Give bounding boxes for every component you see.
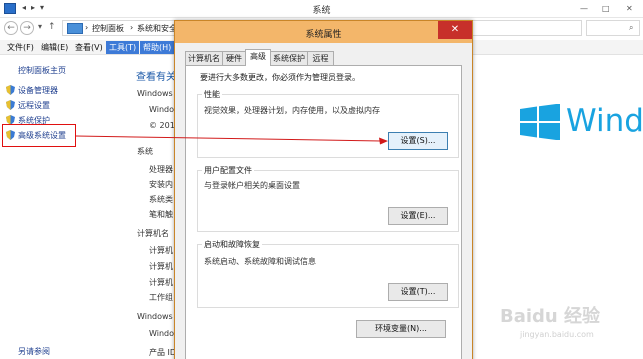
activation-status: Windo <box>149 329 174 338</box>
advanced-tab-panel: 要进行大多数更改，你必须作为管理员登录。 性能 视觉效果，处理器计划，内存使用，… <box>185 65 462 359</box>
page-heading: 查看有关 <box>136 72 176 83</box>
see-also-label: 另请参阅 <box>18 347 50 356</box>
copyright-text: © 201 <box>149 121 175 130</box>
tab-hardware[interactable]: 硬件 <box>222 51 246 65</box>
breadcrumb-separator: › <box>130 23 134 32</box>
performance-description: 视觉效果，处理器计划，内存使用，以及虚拟内存 <box>204 106 380 115</box>
edition-value: Windo <box>149 105 174 114</box>
back-button[interactable]: ← <box>4 21 18 35</box>
breadcrumb-system-security[interactable]: 系统和安全 <box>137 23 177 34</box>
user-profiles-group: 用户配置文件 与登录帐户相关的桌面设置 设置(E)... <box>197 165 459 232</box>
control-panel-folder-icon <box>67 23 83 34</box>
breadcrumb-separator: › <box>85 23 89 32</box>
menu-view[interactable]: 查看(V) <box>72 41 106 54</box>
processor-label: 处理器 <box>149 165 173 174</box>
system-type-label: 系统类 <box>149 195 173 204</box>
remote-settings-link[interactable]: 远程设置 <box>6 100 50 111</box>
watermark-subtext: jingyan.baidu.com <box>520 330 594 339</box>
edition-label: Windows <box>137 89 173 98</box>
performance-settings-button[interactable]: 设置(S)... <box>388 132 448 150</box>
search-input[interactable]: ⌕ <box>586 20 640 36</box>
maximize-button[interactable]: □ <box>602 4 610 13</box>
menu-edit[interactable]: 编辑(E) <box>38 41 71 54</box>
baidu-watermark: Baidu 经验 jingyan.baidu.com <box>500 296 640 346</box>
installed-memory-label: 安装内 <box>149 180 173 189</box>
menu-tools[interactable]: 工具(T) <box>106 41 140 54</box>
search-icon: ⌕ <box>629 23 634 32</box>
screen: { "window": { "title": "系统", "quick_acce… <box>0 0 643 359</box>
left-task-pane: 控制面板主页 设备管理器 远程设置 系统保护 高级系统设置 <box>0 56 130 359</box>
system-properties-dialog: 系统属性 ✕ 计算机名 硬件 高级 系统保护 远程 要进行大多数更改，你必须作为… <box>174 20 473 359</box>
window-title: 系统 <box>312 6 331 16</box>
menu-help[interactable]: 帮助(H) <box>140 41 175 54</box>
product-id-label: 产品 ID <box>149 348 177 357</box>
windows-brand-text: Windo <box>566 103 643 139</box>
system-section-label: 系统 <box>137 147 153 156</box>
tab-computer-name[interactable]: 计算机名 <box>185 51 223 65</box>
startup-recovery-group: 启动和故障恢复 系统启动、系统故障和调试信息 设置(T)... <box>197 239 459 308</box>
tab-advanced[interactable]: 高级 <box>245 49 271 66</box>
computer-fullname-label: 计算机 <box>149 262 173 271</box>
tab-remote[interactable]: 远程 <box>307 51 334 65</box>
minimize-button[interactable]: — <box>580 4 588 13</box>
dialog-body: 计算机名 硬件 高级 系统保护 远程 要进行大多数更改，你必须作为管理员登录。 … <box>180 43 467 359</box>
activation-section-label: Windows <box>137 312 173 321</box>
window-titlebar: ◂ ▸ ▾ 系统 <box>0 0 643 18</box>
environment-variables-button[interactable]: 环境变量(N)... <box>356 320 446 338</box>
dialog-close-button[interactable]: ✕ <box>438 21 472 39</box>
forward-button[interactable]: → <box>20 21 34 35</box>
performance-group-label: 性能 <box>202 89 222 100</box>
watermark-text: Baidu 经验 <box>500 306 601 327</box>
device-manager-link[interactable]: 设备管理器 <box>6 85 58 96</box>
user-profiles-settings-button[interactable]: 设置(E)... <box>388 207 448 225</box>
computer-description-label: 计算机 <box>149 278 173 287</box>
shield-icon <box>6 100 15 110</box>
sidebar-item-label: 远程设置 <box>18 101 50 110</box>
dialog-titlebar: 系统属性 ✕ <box>175 21 472 43</box>
up-icon[interactable]: ↑ <box>48 22 56 32</box>
sidebar-item-label: 设备管理器 <box>18 86 58 95</box>
shield-icon <box>6 85 15 95</box>
computer-name-section-label: 计算机名 <box>137 229 169 238</box>
workgroup-label: 工作组 <box>149 293 173 302</box>
dialog-title: 系统属性 <box>305 30 342 40</box>
startup-recovery-group-label: 启动和故障恢复 <box>202 239 262 250</box>
breadcrumb-control-panel[interactable]: 控制面板 <box>92 23 124 34</box>
menu-file[interactable]: 文件(F) <box>4 41 37 54</box>
computer-name-label: 计算机 <box>149 246 173 255</box>
control-panel-home-link[interactable]: 控制面板主页 <box>18 65 66 76</box>
performance-group: 性能 视觉效果，处理器计划，内存使用，以及虚拟内存 设置(S)... <box>197 89 459 158</box>
close-button[interactable]: ✕ <box>626 4 633 13</box>
pen-touch-label: 笔和触 <box>149 210 173 219</box>
user-profiles-description: 与登录帐户相关的桌面设置 <box>204 181 300 190</box>
startup-recovery-settings-button[interactable]: 设置(T)... <box>388 283 448 301</box>
windows-logo-icon <box>520 104 560 140</box>
admin-notice: 要进行大多数更改，你必须作为管理员登录。 <box>200 73 360 82</box>
user-profiles-group-label: 用户配置文件 <box>202 165 254 176</box>
recent-locations-icon[interactable]: ▾ <box>38 22 42 31</box>
tab-system-protection[interactable]: 系统保护 <box>270 51 308 65</box>
annotation-highlight-box <box>2 124 76 147</box>
startup-recovery-description: 系统启动、系统故障和调试信息 <box>204 257 316 266</box>
